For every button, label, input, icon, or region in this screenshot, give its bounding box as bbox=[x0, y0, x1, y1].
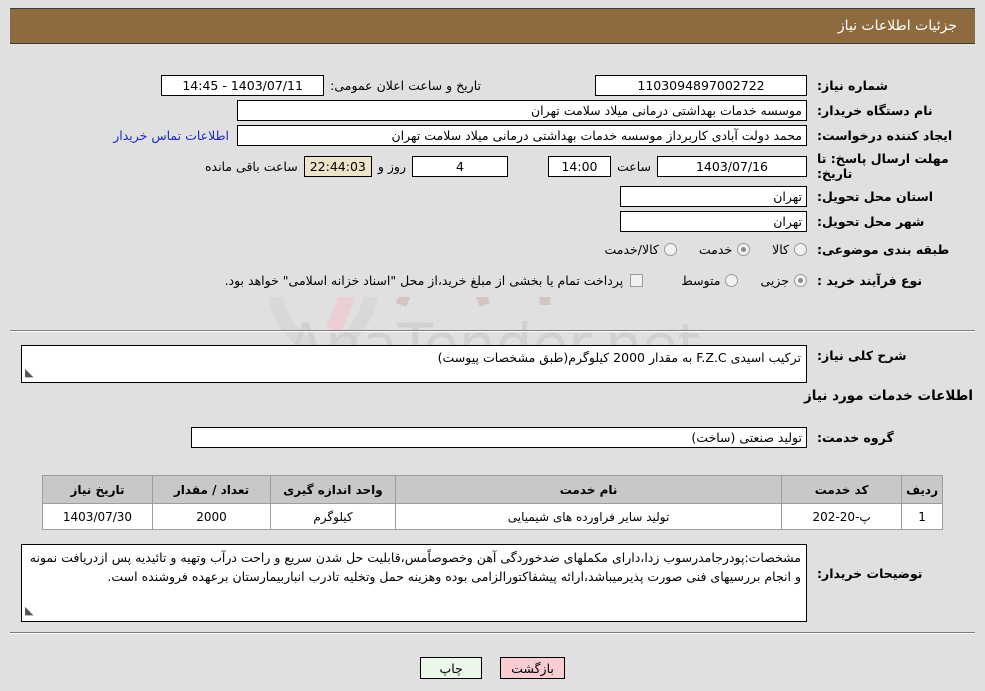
cell-index: 1 bbox=[901, 503, 943, 530]
remaining-days: 4 bbox=[411, 155, 508, 177]
classification-label: طبقه بندی موضوعی: bbox=[817, 241, 950, 257]
radio-label: جزیی bbox=[760, 272, 789, 288]
page-root: AnaTender.net جزئیات اطلاعات نیاز شماره … bbox=[0, 0, 985, 691]
resize-grip-icon[interactable]: ◢ bbox=[25, 364, 33, 381]
buyer-notes-value: مشخصات:پودرجامدرسوب زدا،دارای مکملهای ضد… bbox=[29, 550, 801, 584]
radio-icon-selected[interactable] bbox=[737, 242, 751, 256]
cell-code: پ-20-202 bbox=[781, 503, 903, 530]
checkbox-label: پرداخت تمام یا بخشی از مبلغ خرید،از محل … bbox=[224, 272, 624, 288]
service-group-label: گروه خدمت: bbox=[817, 430, 894, 445]
services-table: ردیف کد خدمت نام خدمت واحد اندازه گیری ت… bbox=[42, 475, 943, 530]
general-desc-value: ترکیب اسیدی F.Z.C به مقدار 2000 کیلوگرم(… bbox=[437, 350, 801, 365]
buyer-org-label: نام دستگاه خریدار: bbox=[817, 103, 933, 118]
deadline-hour-label: ساعت bbox=[616, 158, 651, 174]
announce-label: تاریخ و ساعت اعلان عمومی: bbox=[330, 78, 481, 93]
services-section-title: اطلاعات خدمات مورد نیاز bbox=[803, 388, 973, 404]
cell-quantity: 2000 bbox=[152, 503, 271, 530]
process-type-label: نوع فرآیند خرید : bbox=[817, 272, 923, 288]
deadline-date: 1403/07/16 bbox=[657, 155, 807, 177]
checkbox-islamic-treasury-bonds[interactable]: پرداخت تمام یا بخشی از مبلغ خرید،از محل … bbox=[225, 273, 644, 288]
page-title: جزئیات اطلاعات نیاز bbox=[837, 18, 957, 34]
radio-label: متوسط bbox=[681, 272, 721, 288]
th-name: نام خدمت bbox=[394, 475, 783, 504]
back-button[interactable]: بازگشت bbox=[500, 657, 565, 679]
radio-icon-selected[interactable] bbox=[794, 273, 807, 287]
th-date: تاریخ نیاز bbox=[42, 475, 153, 504]
buyer-notes-panel: توضیحات خریدار: مشخصات:پودرجامدرسوب زدا،… bbox=[10, 544, 975, 624]
need-number-value: 1103094897002722 bbox=[595, 75, 807, 96]
buyer-notes-textarea[interactable]: مشخصات:پودرجامدرسوب زدا،دارای مکملهای ضد… bbox=[21, 544, 807, 622]
need-number-label: شماره نیاز: bbox=[817, 78, 888, 93]
services-section: اطلاعات خدمات مورد نیاز bbox=[10, 388, 975, 404]
cell-name: تولید سایر فراورده های شیمیایی bbox=[394, 503, 783, 530]
services-table-wrapper: ردیف کد خدمت نام خدمت واحد اندازه گیری ت… bbox=[42, 475, 943, 530]
cell-unit: کیلوگرم bbox=[270, 503, 396, 530]
checkbox-icon[interactable] bbox=[630, 273, 644, 287]
buyer-notes-label: توضیحات خریدار: bbox=[817, 566, 923, 581]
row-process-type: نوع فرآیند خرید : جزیی متوسط پرداخت تمام… bbox=[10, 265, 975, 295]
general-desc-label: شرح کلی نیاز: bbox=[817, 348, 907, 363]
row-buyer-org: نام دستگاه خریدار: موسسه خدمات بهداشتی د… bbox=[10, 99, 975, 122]
window-title-bar: جزئیات اطلاعات نیاز bbox=[10, 8, 975, 44]
th-code: کد خدمت bbox=[781, 475, 903, 504]
remaining-days-label: روز و bbox=[377, 158, 406, 174]
province-value: تهران bbox=[620, 186, 807, 207]
general-desc-panel: شرح کلی نیاز: ترکیب اسیدی F.Z.C به مقدار… bbox=[10, 345, 975, 385]
row-classification: طبقه بندی موضوعی: کالا خدمت کالا/خدمت bbox=[10, 235, 975, 263]
table-header-row: ردیف کد خدمت نام خدمت واحد اندازه گیری ت… bbox=[42, 475, 943, 504]
service-group-value: تولید صنعتی (ساخت) bbox=[191, 427, 807, 448]
row-buyer-notes: توضیحات خریدار: مشخصات:پودرجامدرسوب زدا،… bbox=[10, 544, 975, 622]
general-desc-textarea[interactable]: ترکیب اسیدی F.Z.C به مقدار 2000 کیلوگرم(… bbox=[21, 345, 807, 383]
th-index: ردیف bbox=[901, 475, 943, 504]
th-quantity: تعداد / مقدار bbox=[152, 475, 271, 504]
row-creator: ایجاد کننده درخواست: محمد دولت آبادی کار… bbox=[10, 124, 975, 147]
radio-classification-kala[interactable]: کالا bbox=[772, 242, 807, 257]
city-value: تهران bbox=[620, 211, 807, 232]
row-province: استان محل تحویل: تهران bbox=[10, 185, 975, 208]
table-row[interactable]: 1 پ-20-202 تولید سایر فراورده های شیمیای… bbox=[42, 503, 943, 530]
creator-value: محمد دولت آبادی کاربرداز موسسه خدمات بهد… bbox=[237, 125, 807, 146]
row-deadline: مهلت ارسال پاسخ: تا تاریخ: 1403/07/16 سا… bbox=[10, 149, 975, 183]
radio-process-jozee[interactable]: جزیی bbox=[760, 273, 807, 288]
cell-date: 1403/07/30 bbox=[42, 503, 153, 530]
action-buttons: بازگشت چاپ bbox=[0, 657, 985, 679]
row-service-group: گروه خدمت: تولید صنعتی (ساخت) bbox=[10, 426, 975, 449]
radio-label: خدمت bbox=[698, 241, 733, 257]
print-button[interactable]: چاپ bbox=[420, 657, 483, 679]
remaining-time-label: ساعت باقی مانده bbox=[204, 158, 298, 174]
resize-grip-icon[interactable]: ◢ bbox=[25, 601, 33, 620]
service-group-panel: گروه خدمت: تولید صنعتی (ساخت) bbox=[10, 426, 975, 451]
radio-classification-kala-khedmat[interactable]: کالا/خدمت bbox=[604, 241, 677, 257]
divider-2 bbox=[10, 632, 975, 634]
creator-label: ایجاد کننده درخواست: bbox=[817, 128, 953, 143]
divider-1 bbox=[10, 330, 975, 332]
radio-icon[interactable] bbox=[725, 273, 739, 287]
radio-label: کالا bbox=[772, 241, 789, 257]
buyer-org-value: موسسه خدمات بهداشتی درمانی میلاد سلامت ت… bbox=[237, 100, 807, 121]
radio-process-motavasset[interactable]: متوسط bbox=[681, 272, 739, 288]
remaining-time: 22:44:03 bbox=[303, 155, 372, 177]
province-label: استان محل تحویل: bbox=[817, 189, 934, 204]
announce-value: 1403/07/11 - 14:45 bbox=[161, 75, 325, 96]
radio-icon[interactable] bbox=[663, 242, 677, 256]
buyer-contact-link[interactable]: اطلاعات تماس خریدار bbox=[105, 128, 237, 143]
row-need-number: شماره نیاز: 1103094897002722 تاریخ و ساع… bbox=[10, 74, 975, 97]
radio-classification-khedmat[interactable]: خدمت bbox=[698, 241, 751, 257]
row-general-desc: شرح کلی نیاز: ترکیب اسیدی F.Z.C به مقدار… bbox=[10, 345, 975, 383]
city-label: شهر محل تحویل: bbox=[817, 214, 925, 229]
row-city: شهر محل تحویل: تهران bbox=[10, 210, 975, 233]
radio-label: کالا/خدمت bbox=[604, 241, 659, 257]
deadline-hour: 14:00 bbox=[547, 155, 611, 177]
deadline-label: مهلت ارسال پاسخ: تا تاریخ: bbox=[817, 151, 949, 181]
radio-icon[interactable] bbox=[794, 242, 807, 256]
need-info-panel: شماره نیاز: 1103094897002722 تاریخ و ساع… bbox=[10, 74, 975, 297]
th-unit: واحد اندازه گیری bbox=[270, 475, 396, 504]
